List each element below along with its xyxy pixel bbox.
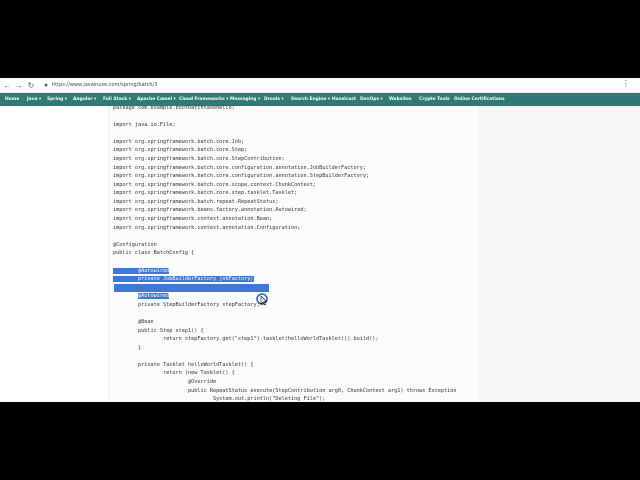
more-vert-icon[interactable]: ⋮ [622,79,630,88]
code-line: @Autowired [113,267,483,276]
selected-code-text: private JobBuilderFactory jobFactory; [138,276,254,283]
nav-item-14[interactable]: Online Certifications [454,97,505,102]
code-line: import org.springframework.batch.core.St… [113,147,248,154]
nav-item-5[interactable]: Apache Camel ▾ [137,97,176,102]
code-line: return (new Tasklet() { [113,370,235,377]
code-line: private Tasklet helloWorldTasklet() { [113,361,254,368]
page-content: package com.example.bootbatchtaskhello; i… [0,104,640,402]
code-block[interactable]: package com.example.bootbatchtaskhello; i… [108,104,483,402]
code-line: import org.springframework.batch.core.st… [113,190,298,197]
code-line: import org.springframework.context.annot… [113,224,301,231]
nav-item-9[interactable]: Search Engine ▾ [291,97,330,102]
code-line: import org.springframework.context.annot… [113,216,273,223]
code-line: package com.example.bootbatchtaskhello; [113,104,235,111]
code-line: private StepBuilderFactory stepFactory; [113,301,260,308]
nav-item-12[interactable]: Websites [389,97,412,102]
code-line: @Bean [113,319,154,325]
nav-item-4[interactable]: Full Stack ▾ [103,97,131,102]
left-margin [0,106,108,402]
code-line: @Autowired [113,292,483,301]
nav-item-3[interactable]: Angular ▾ [73,97,96,102]
code-line: private JobBuilderFactory jobFactory; [113,275,483,284]
selected-leading-space [113,276,138,283]
code-line: return stepFactory.get("step1").tasklet(… [113,336,379,343]
code-line: } [113,344,142,351]
forward-icon[interactable]: → [14,79,24,91]
selected-leading-space [113,293,138,299]
nav-item-6[interactable]: Cloud Frameworks ▾ [179,97,228,102]
back-icon[interactable]: ← [2,79,12,91]
selected-leading-space [113,267,138,274]
code-line: import org.springframework.batch.core.St… [113,155,285,162]
reload-icon[interactable]: ↻ [26,79,36,91]
code-line: @Configuration [113,241,157,248]
nav-item-1[interactable]: Java ▾ [27,97,41,102]
code-line: public class BatchConfig { [113,250,195,257]
nav-item-7[interactable]: Messaging ▾ [230,97,260,102]
code-line: import org.springframework.beans.factory… [113,207,307,214]
browser-screen: ← → ↻ ● https://www.javainuse.com/spring… [0,78,640,402]
selected-code-text: @Autowired [138,293,170,300]
code-line: public RepeatStatus execute(StepContribu… [113,387,457,394]
code-line: import org.springframework.batch.core.co… [113,164,366,171]
url-field[interactable]: https://www.javainuse.com/spring/batch/3 [52,82,157,88]
right-sidebar [478,106,640,402]
nav-item-2[interactable]: Spring ▾ [47,97,67,102]
nav-item-11[interactable]: DevOps ▾ [360,97,383,102]
selected-code-text: @Autowired [138,267,170,274]
code-line: import org.springframework.batch.repeat.… [113,198,279,205]
code-line: System.out.println("Deleting File"); [113,396,326,402]
nav-item-0[interactable]: Home [5,97,19,102]
code-line: public Step step1() { [113,327,204,334]
address-bar: ← → ↻ ● https://www.javainuse.com/spring… [0,78,640,93]
code-line: @Override [113,379,217,386]
nav-item-10[interactable]: Hazelcast [332,97,356,102]
code-line: import org.springframework.batch.core.co… [113,173,370,180]
nav-item-13[interactable]: Crypto Tools [419,97,450,102]
code-line: import org.springframework.batch.core.sc… [113,181,317,188]
nav-item-8[interactable]: Drools ▾ [264,97,284,102]
mouse-cursor-icon [256,293,268,306]
lock-icon: ● [43,81,49,89]
code-line: import org.springframework.batch.core.Jo… [113,138,245,145]
code-line: import java.io.File; [113,121,176,128]
